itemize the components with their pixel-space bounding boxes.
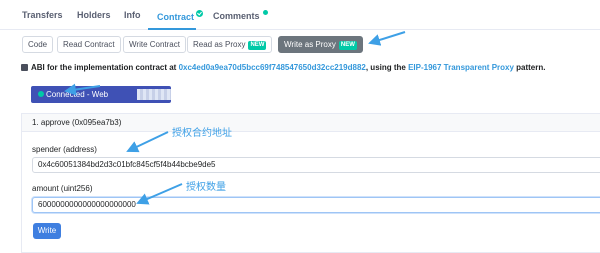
tab-contract-label: Contract [157, 12, 195, 22]
amount-annotation: 授权数量 [186, 182, 226, 193]
spender-input[interactable]: 0x4c60051384bd2d3c01bfc845cf5f4b44bcbe9d… [32, 157, 600, 173]
new-badge: NEW [338, 41, 357, 50]
read-contract-button[interactable]: Read Contract [57, 36, 121, 53]
spender-label: spender (address) [32, 145, 97, 154]
tab-holders[interactable]: Holders [77, 10, 111, 20]
tab-info[interactable]: Info [124, 10, 141, 20]
notification-dot-icon [262, 10, 268, 15]
new-badge: NEW [248, 41, 267, 50]
approve-method-panel: 1. approve (0x095ea7b3) spender (address… [21, 113, 600, 253]
write-as-proxy-button[interactable]: Write as Proxy NEW [278, 36, 363, 53]
abi-suffix: pattern. [513, 63, 546, 72]
tab-bar: Transfers Holders Info Contract Comments [0, 0, 600, 30]
amount-label: amount (uint256) [32, 184, 93, 193]
code-button[interactable]: Code [22, 36, 54, 53]
write-button[interactable]: Write [33, 223, 61, 239]
abi-info: ABI for the implementation contract at 0… [21, 63, 545, 72]
connected-web3-button[interactable]: Connected - Web [31, 86, 171, 103]
cube-icon [21, 64, 28, 71]
read-as-proxy-button[interactable]: Read as Proxy NEW [187, 36, 273, 53]
tab-comments-label: Comments [213, 11, 260, 21]
implementation-address-link[interactable]: 0xc4ed0a9ea70d5bcc69f748547650d32cc219d8… [179, 63, 366, 72]
abi-prefix: ABI for the implementation contract at [31, 63, 179, 72]
write-as-proxy-label: Write as Proxy [284, 40, 336, 49]
verified-check-icon [196, 10, 204, 17]
connected-label: Connected - Web [46, 90, 109, 99]
tab-comments[interactable]: Comments [213, 10, 268, 21]
read-as-proxy-label: Read as Proxy [193, 40, 246, 49]
method-header[interactable]: 1. approve (0x095ea7b3) [22, 114, 600, 132]
tab-contract[interactable]: Contract [157, 10, 204, 22]
arrow-to-write-as-proxy [368, 31, 406, 46]
amount-input[interactable]: 6000000000000000000000 [32, 197, 600, 213]
redacted-area [137, 89, 171, 100]
write-contract-button[interactable]: Write Contract [123, 36, 186, 53]
abi-middle: , using the [365, 63, 409, 72]
connected-status-icon [38, 91, 44, 97]
spender-annotation: 授权合约地址 [172, 128, 232, 139]
proxy-pattern-link[interactable]: EIP-1967 Transparent Proxy [408, 63, 514, 72]
active-tab-indicator [148, 28, 196, 30]
tab-transfers[interactable]: Transfers [22, 10, 63, 20]
